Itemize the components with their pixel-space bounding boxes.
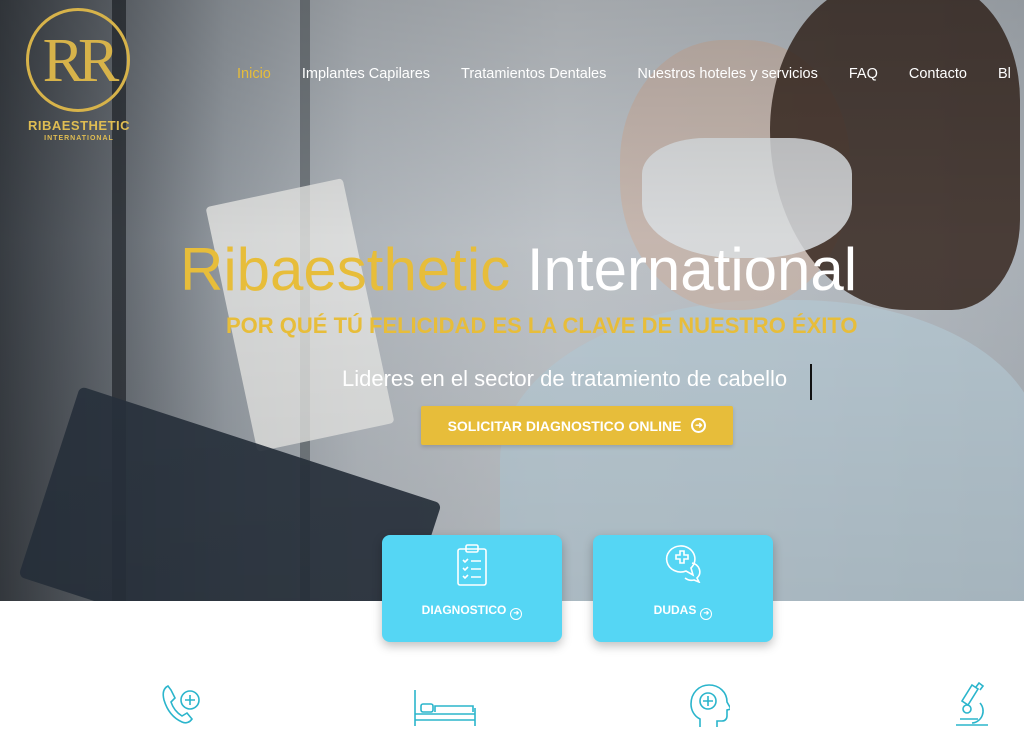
chat-medical-icon [593,543,773,587]
typing-caret [810,364,812,400]
nav-item-inicio[interactable]: Inicio [237,66,271,82]
diagnostico-label: DIAGNOSTICO ➜ [382,603,562,620]
hero-title: Ribaesthetic International [180,232,1000,308]
main-navigation: Inicio Implantes Capilares Tratamientos … [237,66,1024,82]
logo-brand-name: RIBAESTHETIC [27,118,131,133]
nav-item-implantes-capilares[interactable]: Implantes Capilares [302,66,430,82]
phone-medical-icon [160,682,204,733]
nav-item-blog[interactable]: Bl [998,66,1011,82]
cta-label: SOLICITAR DIAGNOSTICO ONLINE [447,417,682,434]
hero-title-white: International [526,236,858,303]
arrow-circle-icon: ➜ [510,608,523,620]
logo-brand-sub: INTERNATIONAL [44,135,114,142]
head-medical-icon [688,683,733,734]
microscope-icon [950,681,994,734]
hero-title-gold: Ribaesthetic [180,236,511,303]
site-logo[interactable]: RR RIBAESTHETIC INTERNATIONAL [18,8,140,148]
solicitar-diagnostico-button[interactable]: SOLICITAR DIAGNOSTICO ONLINE ➜ [421,406,733,445]
dudas-card[interactable]: DUDAS ➜ [593,535,773,642]
dudas-label: DUDAS ➜ [593,603,773,620]
diagnostico-text: DIAGNOSTICO [421,603,507,617]
hero-lead-text: Lideres en el sector de tratamiento de c… [342,366,788,391]
arrow-circle-icon: ➜ [691,418,707,433]
hero-tagline: POR QUÉ TÚ FELICIDAD ES LA CLAVE DE NUES… [226,313,858,338]
diagnostico-card[interactable]: DIAGNOSTICO ➜ [382,535,562,642]
hospital-bed-icon [412,688,478,733]
dudas-text: DUDAS [653,603,697,617]
arrow-circle-icon: ➜ [700,608,713,620]
nav-item-tratamientos-dentales[interactable]: Tratamientos Dentales [461,66,606,82]
nav-item-faq[interactable]: FAQ [849,66,878,82]
clipboard-checklist-icon [382,543,562,587]
nav-item-contacto[interactable]: Contacto [909,66,967,82]
logo-monogram: RR [42,27,120,95]
nav-item-hoteles-servicios[interactable]: Nuestros hoteles y servicios [637,66,818,82]
